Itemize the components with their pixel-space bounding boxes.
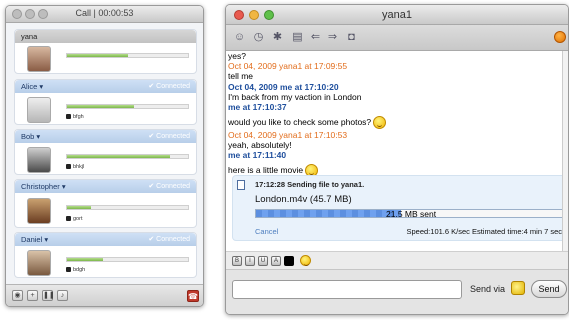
status-badge: ✔ Connected — [148, 133, 190, 140]
text-color-icon[interactable] — [284, 256, 294, 266]
participant-header[interactable]: Daniel ▾ ✔ Connected — [15, 233, 196, 246]
transfer-progress-bar: 21.5 MB sent — [255, 209, 565, 219]
camera-icon[interactable]: ◉ — [12, 290, 23, 301]
call-window: Call | 00:00:53 yana Alice ▾ ✔ Connected … — [5, 5, 204, 307]
chat-toolbar: ☺ ◷ ✱ ▤ ⇐ ⇒ ◘ — [226, 25, 568, 51]
audio-level-meter — [66, 205, 189, 210]
message-timestamp: Oct 04, 2009 yana1 at 17:09:55 — [228, 61, 348, 71]
message-text: I'm back from my vaction in London — [228, 92, 362, 102]
microphone-icon[interactable]: ♪ — [57, 290, 68, 301]
sent-label: 21.5 MB sent — [386, 209, 437, 219]
emoticon-icon[interactable] — [300, 255, 311, 266]
cancel-link[interactable]: Cancel — [255, 227, 278, 236]
message-input[interactable] — [232, 280, 462, 299]
send-button[interactable]: Send — [531, 280, 567, 298]
message-timestamp: me at 17:11:40 — [228, 150, 287, 160]
participant-name: yana — [21, 32, 38, 41]
participant-header[interactable]: Alice ▾ ✔ Connected — [15, 80, 196, 93]
font-size-icon[interactable]: A — [271, 256, 281, 266]
format-toolbar: B I U A — [226, 251, 568, 271]
encryption-label: gort — [66, 216, 82, 222]
history-icon[interactable]: ◷ — [252, 31, 265, 44]
lock-icon — [66, 267, 71, 272]
encryption-label: bdgh — [66, 267, 85, 273]
avatar — [27, 198, 51, 224]
underline-icon[interactable]: U — [258, 256, 268, 266]
chat-scrollbar[interactable] — [562, 51, 568, 251]
transfer-speed-label: Speed:101.6 K/sec Estimated time:4 min 7… — [406, 227, 563, 236]
avatar — [27, 97, 51, 123]
message-composer: Send via Send — [226, 269, 568, 314]
chat-titlebar: yana1 — [226, 5, 568, 25]
participant-name: Alice ▾ — [21, 82, 44, 91]
file-transfer-panel: 17:12:28 Sending file to yana1. London.m… — [232, 175, 567, 241]
bold-icon[interactable]: B — [232, 256, 242, 266]
participant-name: Bob ▾ — [21, 132, 41, 141]
pause-icon[interactable]: ❚❚ — [42, 290, 55, 301]
transfer-header: 17:12:28 Sending file to yana1. — [255, 180, 365, 189]
file-name: London.m4v (45.7 MB) — [255, 194, 352, 205]
message-text: yes? — [228, 51, 246, 61]
audio-level-meter — [66, 53, 189, 58]
send-via-label: Send via — [470, 284, 506, 294]
avatar — [27, 147, 51, 173]
settings-icon[interactable]: ✱ — [271, 31, 284, 44]
participant-bob[interactable]: Bob ▾ ✔ Connected bhkjl — [14, 129, 197, 175]
file-icon — [237, 180, 245, 190]
participant-header[interactable]: Bob ▾ ✔ Connected — [15, 130, 196, 143]
back-arrow-icon[interactable]: ⇐ — [309, 31, 322, 44]
audio-level-meter — [66, 257, 189, 262]
message-timestamp: Oct 04, 2009 me at 17:10:20 — [228, 82, 339, 92]
status-badge: ✔ Connected — [148, 183, 190, 190]
message-text: tell me — [228, 71, 254, 81]
audio-level-meter — [66, 104, 189, 109]
italic-icon[interactable]: I — [245, 256, 255, 266]
message-text: here is a little movie — [228, 164, 304, 175]
encryption-label: bhkjl — [66, 164, 84, 170]
lock-icon — [66, 216, 71, 221]
participant-header[interactable]: Christopher ▾ ✔ Connected — [15, 180, 196, 193]
status-badge: ✔ Connected — [148, 236, 190, 243]
chat-window-title: yana1 — [382, 9, 412, 21]
lock-icon — [66, 164, 71, 169]
call-window-title: Call | 00:00:53 — [75, 8, 134, 18]
contacts-icon[interactable]: ☺ — [233, 31, 246, 44]
lock-icon — [66, 114, 71, 119]
participant-alice[interactable]: Alice ▾ ✔ Connected bfgh — [14, 79, 197, 125]
participant-name: Christopher ▾ — [21, 182, 66, 191]
status-icon[interactable] — [554, 31, 566, 43]
smiley-icon — [373, 116, 387, 129]
hang-up-button[interactable]: ☎ — [187, 290, 199, 302]
message-text: yeah, absolutely! — [228, 140, 292, 150]
message-timestamp: Oct 04, 2009 yana1 at 17:10:53 — [228, 130, 348, 140]
participant-name: Daniel ▾ — [21, 235, 49, 244]
status-badge: ✔ Connected — [148, 83, 190, 90]
send-via-icon[interactable] — [511, 281, 525, 295]
audio-level-meter — [66, 154, 189, 159]
encryption-label: bfgh — [66, 114, 84, 120]
participant-header: yana — [15, 30, 196, 43]
chat-window: yana1 ☺ ◷ ✱ ▤ ⇐ ⇒ ◘ yes? Oct 04, 2009 ya… — [225, 4, 569, 315]
participant-yana[interactable]: yana — [14, 29, 197, 74]
call-titlebar: Call | 00:00:53 — [6, 6, 203, 23]
message-timestamp: me at 17:10:37 — [228, 102, 287, 112]
participant-daniel[interactable]: Daniel ▾ ✔ Connected bdgh — [14, 232, 197, 278]
forward-arrow-icon[interactable]: ⇒ — [326, 31, 339, 44]
add-user-icon[interactable]: + — [27, 290, 38, 301]
participant-christopher[interactable]: Christopher ▾ ✔ Connected gort — [14, 179, 197, 228]
send-file-icon[interactable]: ▤ — [291, 31, 304, 44]
avatar — [27, 46, 51, 72]
message-text: would you like to check some photos? — [228, 116, 372, 127]
avatar — [27, 250, 51, 276]
camera-icon[interactable]: ◘ — [345, 31, 358, 44]
message-with-emoticon: would you like to check some photos? — [228, 116, 387, 129]
call-controls-bar: ◉ + ❚❚ ♪ ☎ — [6, 284, 203, 306]
